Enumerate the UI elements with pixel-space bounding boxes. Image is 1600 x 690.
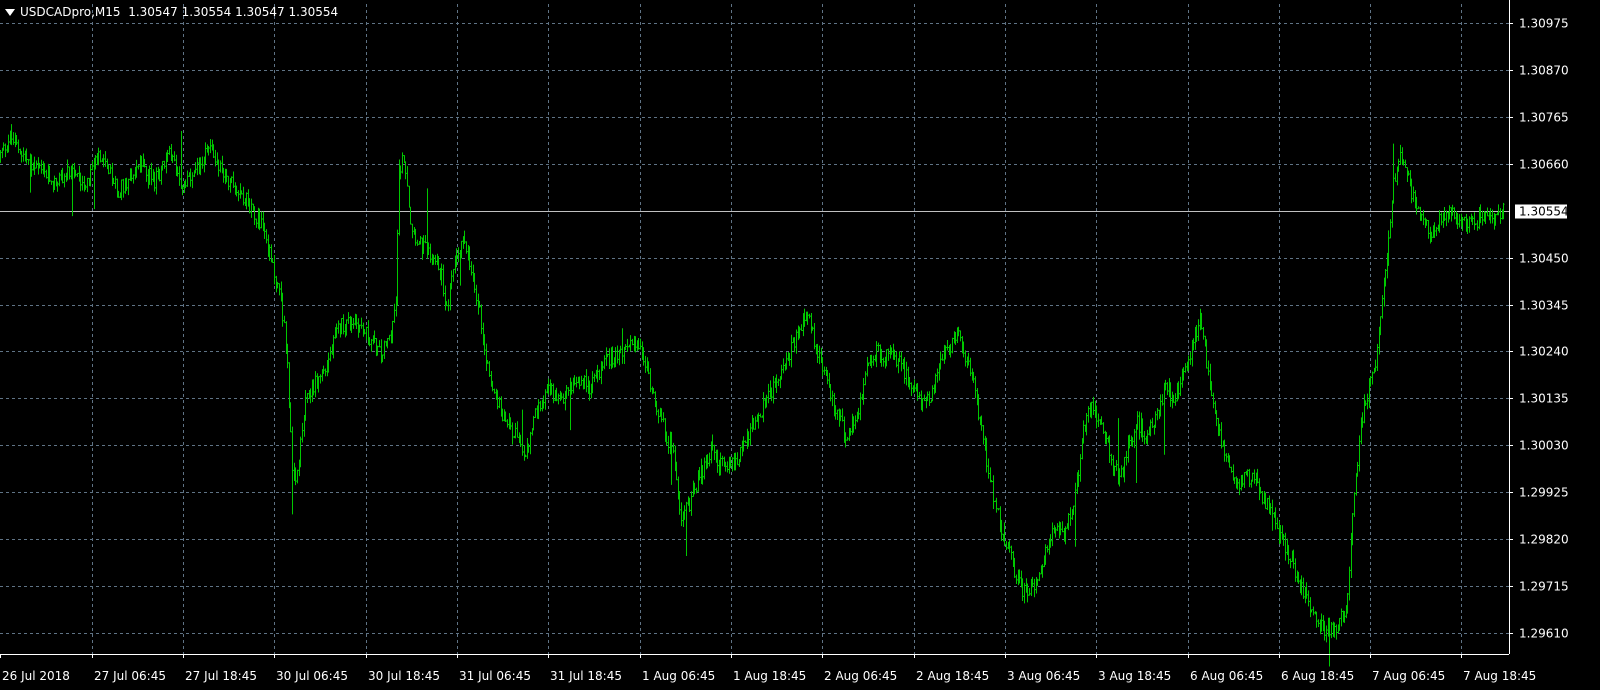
chart-background [0, 0, 1600, 686]
y-tick-label: 1.30765 [1519, 111, 1569, 125]
x-tick-label: 31 Jul 06:45 [459, 669, 531, 683]
x-tick-label: 2 Aug 18:45 [916, 669, 989, 683]
y-tick-label: 1.30870 [1519, 64, 1569, 78]
symbol-timeframe-label: USDCADpro,M15 [20, 5, 121, 19]
x-tick-label: 1 Aug 06:45 [642, 669, 715, 683]
y-tick-label: 1.30345 [1519, 299, 1569, 313]
y-tick-label: 1.29820 [1519, 533, 1569, 547]
x-tick-label: 27 Jul 18:45 [185, 669, 257, 683]
y-tick-label: 1.30240 [1519, 345, 1569, 359]
x-tick-label: 31 Jul 18:45 [550, 669, 622, 683]
y-tick-label: 1.30660 [1519, 158, 1569, 172]
y-tick-label: 1.30450 [1519, 252, 1569, 266]
y-tick-label: 1.29610 [1519, 627, 1569, 641]
y-tick-label: 1.29925 [1519, 486, 1569, 500]
x-tick-label: 2 Aug 06:45 [824, 669, 897, 683]
x-tick-label: 3 Aug 18:45 [1098, 669, 1171, 683]
dropdown-triangle-icon[interactable] [5, 8, 15, 16]
y-tick-label: 1.30135 [1519, 392, 1569, 406]
ohlc-spacer [121, 5, 129, 19]
ohlc-values: 1.30547 1.30554 1.30547 1.30554 [128, 5, 339, 19]
x-tick-label: 1 Aug 18:45 [733, 669, 806, 683]
x-tick-label: 3 Aug 06:45 [1007, 669, 1080, 683]
x-tick-label: 30 Jul 06:45 [276, 669, 348, 683]
x-tick-label: 7 Aug 18:45 [1463, 669, 1536, 683]
x-tick-label: 30 Jul 18:45 [368, 669, 440, 683]
x-tick-label: 7 Aug 06:45 [1372, 669, 1445, 683]
y-tick-label: 1.29715 [1519, 580, 1569, 594]
price-chart[interactable]: 1.30975 1.30870 1.30765 1.30660 1.30450 1.303… [0, 0, 1600, 686]
x-tick-label: 26 Jul 2018 [2, 669, 70, 683]
x-tick-label: 6 Aug 06:45 [1190, 669, 1263, 683]
x-tick-label: 27 Jul 06:45 [94, 669, 166, 683]
chart-header[interactable]: USDCADpro,M15 1.30547 1.30554 1.30547 1.… [3, 3, 338, 21]
current-price-label: 1.30554 [1519, 205, 1569, 219]
chart-window: 1.30975 1.30870 1.30765 1.30660 1.30450 1.303… [0, 0, 1600, 686]
y-tick-label: 1.30030 [1519, 439, 1569, 453]
y-tick-label: 1.30975 [1519, 17, 1569, 31]
x-tick-label: 6 Aug 18:45 [1281, 669, 1354, 683]
